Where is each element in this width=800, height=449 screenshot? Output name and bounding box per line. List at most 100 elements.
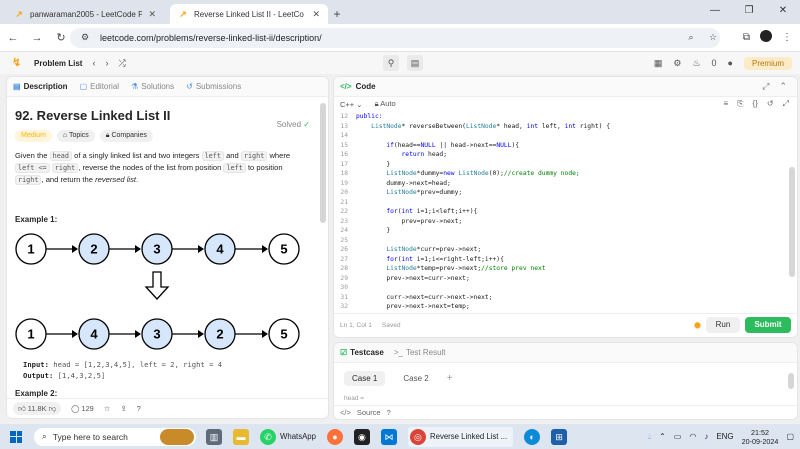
bug-icon[interactable]: ⚲ [383,55,399,71]
browser-tab-profile[interactable]: ↗ panwaraman2005 - LeetCode P ✕ [6,4,164,24]
tab-solutions[interactable]: ⚗ Solutions [131,82,174,91]
taskbar-search[interactable]: ⌕ Type here to search [34,427,196,446]
code-line[interactable]: 25 [334,236,792,246]
comments-button[interactable]: ◯ 129 [71,404,94,413]
bookmark-icon[interactable]: ⎘ [737,99,743,109]
site-info-icon[interactable]: ⚙ [78,32,92,43]
forward-icon[interactable]: → [26,32,48,44]
edge-icon[interactable]: ◐ [524,428,541,445]
help-icon[interactable]: ? [387,408,391,417]
app-icon[interactable]: ⊞ [551,428,568,445]
next-problem-icon[interactable]: › [105,58,108,69]
code-line[interactable]: 22 for(int i=1;i<left;i++){ [334,207,792,217]
github-icon[interactable]: ◉ [353,428,370,445]
expand-icon[interactable]: ⤢ [783,99,789,109]
streak-fire-icon[interactable]: ♨ [692,58,700,69]
wifi-icon[interactable]: ◠ [689,432,696,441]
code-line[interactable]: 19 dummy->next=head; [334,179,792,189]
shuffle-icon[interactable]: ⤮ [118,58,125,69]
editor-scrollbar[interactable] [789,167,795,277]
favorite-star-icon[interactable]: ☆ [104,404,111,413]
code-line[interactable]: 14 [334,131,792,141]
code-line[interactable]: 13 ListNode * reverseBetween(ListNode * he… [334,122,792,132]
language-select[interactable]: C++ ⌄ [340,100,363,109]
code-line[interactable]: 16 return head; [334,150,792,160]
braces-icon[interactable]: {} [753,99,758,109]
topics-tag[interactable]: ⌂ Topics [56,130,95,142]
companies-tag[interactable]: 🔒︎ Companies [99,130,153,142]
code-line[interactable]: 23 prev=prev->next; [334,217,792,227]
upload-icon[interactable]: ⬢ [694,321,701,330]
close-tab-icon[interactable]: ✕ [148,9,156,20]
browser-tab-problem[interactable]: ↗ Reverse Linked List II - LeetCo ✕ [170,4,328,24]
clock[interactable]: 21:52 20-09-2024 [742,428,779,446]
maximize-icon[interactable]: ⤢ [762,81,769,92]
thumbs-down-icon[interactable]: 👎︎ [49,404,57,413]
volume-icon[interactable]: ♪ [704,432,708,441]
case-2-tab[interactable]: Case 2 [395,371,436,386]
format-icon[interactable]: ≡ [723,99,728,109]
help-icon[interactable]: ? [137,404,141,413]
tab-description[interactable]: ▤ Description [13,82,68,91]
zoom-icon[interactable]: ⌕ [684,32,698,43]
testcase-scrollbar[interactable] [788,373,794,389]
user-avatar[interactable]: ● [728,58,733,68]
collapse-icon[interactable]: ⌃ [779,81,787,92]
network-icon[interactable]: ▭ [674,432,682,441]
water-drop-icon[interactable]: 💧︎ [648,432,651,442]
layout-grid-icon[interactable]: ▦ [654,58,663,69]
reload-icon[interactable]: ↻ [50,31,72,44]
reset-icon[interactable]: ↺ [767,99,774,109]
task-view-icon[interactable]: ▥ [206,428,222,445]
close-window-icon[interactable]: ✕ [766,0,800,24]
firefox-icon[interactable]: ● [326,428,343,445]
problem-list-link[interactable]: Problem List [34,59,82,68]
tab-test-result[interactable]: >_ Test Result [394,348,446,357]
settings-gear-icon[interactable]: ⚙ [673,58,681,69]
code-line[interactable]: 27 for(int i=1;i<=right-left;i++){ [334,255,792,265]
leetcode-logo-icon[interactable]: ↯ [12,57,24,69]
premium-button[interactable]: Premium [743,56,792,70]
file-explorer-icon[interactable]: ▬ [233,428,249,445]
submit-button[interactable]: Submit [745,317,791,333]
description-scrollbar[interactable] [320,103,326,223]
case-1-tab[interactable]: Case 1 [344,371,386,386]
restore-icon[interactable]: ❐ [732,0,766,24]
minimize-icon[interactable]: — [698,0,732,24]
browser-menu-icon[interactable]: ⋮ [782,32,792,43]
code-line[interactable]: 29 prev->next=curr->next; [334,274,792,284]
extensions-icon[interactable]: ⧉ [743,32,750,43]
language-indicator[interactable]: ENG [716,432,733,441]
windows-start-icon[interactable] [10,430,22,443]
like-button[interactable]: 👍︎ 11.8K 👎︎ [13,402,62,415]
taskbar-chrome[interactable]: ◎ Reverse Linked List ... [407,426,514,447]
code-line[interactable]: 17 } [334,160,792,170]
taskbar-whatsapp[interactable]: ✆ WhatsApp [260,428,316,445]
back-icon[interactable]: ← [2,32,24,44]
tab-submissions[interactable]: ↺ Submissions [186,82,241,91]
code-line[interactable]: 21 [334,198,792,208]
code-line[interactable]: 24 } [334,226,792,236]
code-line[interactable]: 15 if (head== NULL || head->next== NULL){ [334,141,792,151]
tab-testcase[interactable]: ☑ Testcase [340,348,384,357]
code-line[interactable]: 30 [334,283,792,293]
tray-chevron-icon[interactable]: ⌃ [659,432,666,441]
profile-avatar[interactable] [760,30,772,45]
tab-editorial[interactable]: ▢ Editorial [80,82,119,91]
new-tab-button[interactable]: + [328,4,346,24]
url-text[interactable]: leetcode.com/problems/reverse-linked-lis… [100,33,676,43]
auto-mode[interactable]: 🔒︎ Auto [375,99,396,109]
code-line[interactable]: 28 ListNode *temp=prev->next;//store prev… [334,264,792,274]
url-omnibox[interactable]: ⚙ leetcode.com/problems/reverse-linked-l… [70,27,720,48]
source-link[interactable]: Source [357,408,381,417]
code-line[interactable]: 12 public: [334,112,792,122]
close-tab-icon[interactable]: ✕ [312,9,320,20]
bookmark-star-icon[interactable]: ☆ [706,32,720,43]
run-button[interactable]: Run [706,317,740,333]
code-editor[interactable]: 12 public: 13 ListNode * reverseBetween(Lis… [334,112,792,321]
code-line[interactable]: 18 ListNode *dummy= new ListNode (0);//crea… [334,169,792,179]
add-case-icon[interactable]: + [447,373,453,384]
code-line[interactable]: 32 prev->next->next=temp; [334,302,792,312]
code-line[interactable]: 26 ListNode *curr=prev->next; [334,245,792,255]
prev-problem-icon[interactable]: ‹ [92,58,95,69]
